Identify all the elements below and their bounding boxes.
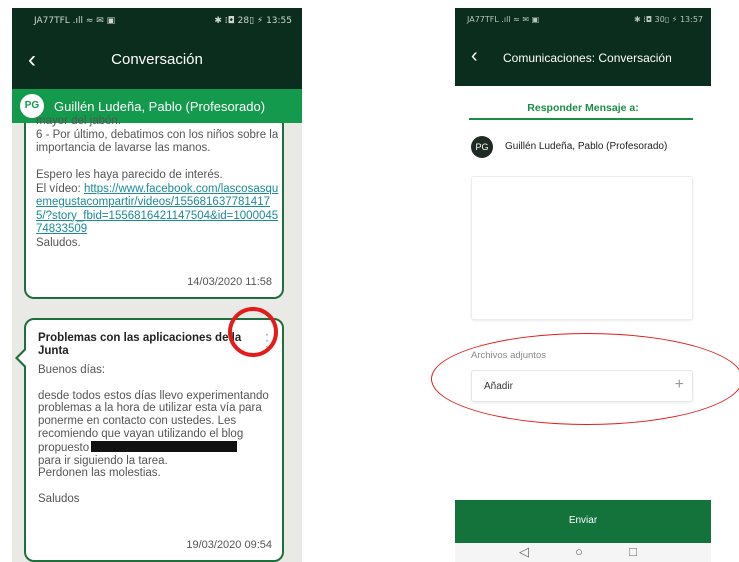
back-arrow-icon[interactable]: ‹ bbox=[471, 46, 478, 66]
contact-name: Guillén Ludeña, Pablo (Profesorado) bbox=[54, 99, 266, 114]
reply-heading: Responder Mensaje a: bbox=[527, 102, 639, 114]
nav-recent-icon[interactable]: □ bbox=[629, 544, 637, 560]
message-timestamp: 19/03/2020 09:54 bbox=[186, 539, 272, 551]
send-button[interactable]: Enviar bbox=[455, 500, 711, 543]
highlight-ellipse bbox=[431, 333, 739, 425]
message-text-end: para ir siguiendo la tarea. Perdonen las… bbox=[38, 454, 168, 505]
status-right: ✱ ⁞◘ 30▯ ⚡ 13:57 bbox=[634, 15, 703, 24]
app-header: ‹ Conversación bbox=[12, 34, 302, 89]
status-left: JA77TFL .ıll ≈ ✉ ▣ bbox=[467, 15, 540, 24]
status-right: ✱ ⁞◘ 28▯ ⚡ 13:55 bbox=[214, 16, 292, 26]
message-body: mayor del jabón. 6 - Por último, debatim… bbox=[36, 115, 281, 250]
message-subject: Problemas con las aplicaciones de la Jun… bbox=[38, 332, 242, 357]
nav-home-icon[interactable]: ○ bbox=[575, 544, 583, 560]
bubble-tail-inner bbox=[18, 350, 26, 366]
highlight-circle bbox=[228, 307, 278, 357]
left-phone-screen: JA77TFL .ıll ≈ ✉ ▣ ✱ ⁞◘ 28▯ ⚡ 13:55 ‹ Co… bbox=[12, 8, 302, 562]
message-timestamp: 14/03/2020 11:58 bbox=[187, 276, 272, 288]
message-input[interactable] bbox=[471, 176, 693, 320]
message-body: Buenos días: desde todos estos días llev… bbox=[38, 364, 276, 506]
send-label: Enviar bbox=[568, 515, 598, 526]
page-title: Conversación bbox=[111, 51, 203, 68]
status-bar: JA77TFL .ıll ≈ ✉ ▣ ✱ ⁞◘ 30▯ ⚡ 13:57 bbox=[455, 8, 711, 30]
message-closing: Saludos. bbox=[36, 236, 81, 249]
avatar: PG bbox=[471, 136, 493, 158]
recipient-name: Guillén Ludeña, Pablo (Profesorado) bbox=[505, 141, 668, 152]
divider bbox=[469, 118, 693, 120]
app-header: ‹ Comunicaciones: Conversación bbox=[455, 30, 711, 86]
redacted-block bbox=[91, 440, 238, 452]
message-bubble: mayor del jabón. 6 - Por último, debatim… bbox=[24, 115, 284, 299]
right-phone-screen: JA77TFL .ıll ≈ ✉ ▣ ✱ ⁞◘ 30▯ ⚡ 13:57 ‹ Co… bbox=[455, 8, 711, 562]
system-nav-bar: ◁ ○ □ bbox=[455, 543, 711, 562]
page-title: Comunicaciones: Conversación bbox=[503, 51, 672, 65]
status-bar: JA77TFL .ıll ≈ ✉ ▣ ✱ ⁞◘ 28▯ ⚡ 13:55 bbox=[12, 8, 302, 34]
nav-back-icon[interactable]: ◁ bbox=[519, 544, 529, 560]
status-left: JA77TFL .ıll ≈ ✉ ▣ bbox=[34, 16, 116, 26]
